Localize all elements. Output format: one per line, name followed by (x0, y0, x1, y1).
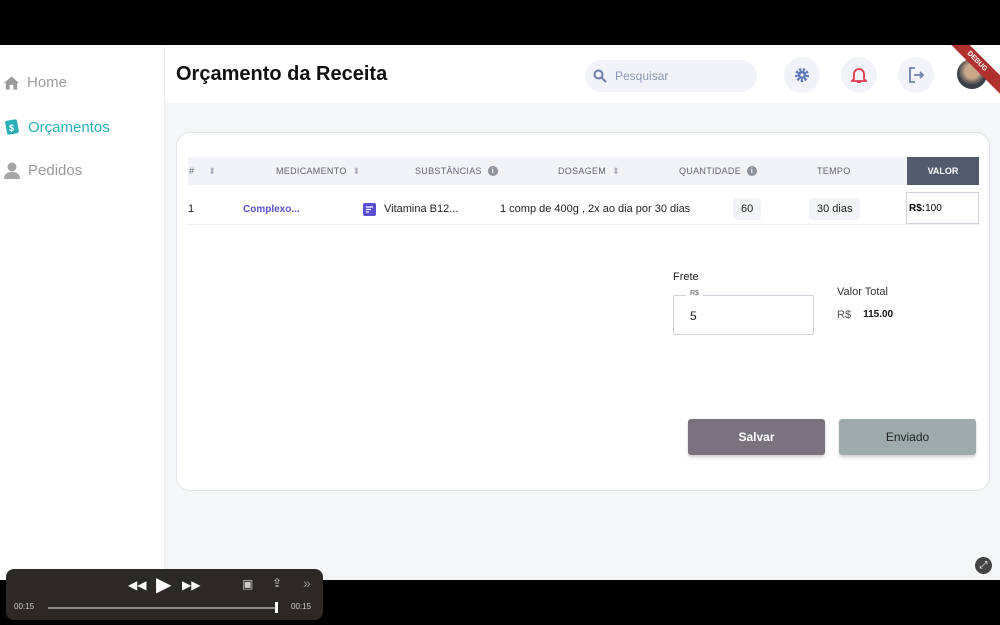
gear-icon (795, 68, 809, 82)
sidebar-item-orcamentos[interactable]: $ Orçamentos (4, 118, 110, 136)
frete-currency: R$ (686, 290, 703, 297)
budget-card: # ⬍ MEDICAMENTO ⬍ SUBSTÂNCIAS i DOSAGEM ⬍ QU… (176, 132, 990, 491)
pip-icon[interactable]: ▣ (242, 577, 253, 591)
table-header: # ⬍ MEDICAMENTO ⬍ SUBSTÂNCIAS i DOSAGEM ⬍ QU… (188, 157, 908, 185)
more-icon[interactable]: » (303, 575, 311, 591)
tempo-chip: 30 dias (809, 198, 861, 220)
column-quantidade: QUANTIDADE i (679, 157, 758, 185)
app: Home $ Orçamentos Pedidos Orçamento da R… (0, 45, 1000, 580)
column-label: SUBSTÂNCIAS (415, 166, 482, 176)
page-title: Orçamento da Receita (176, 63, 388, 85)
column-label: # (189, 166, 195, 176)
valor-value: 100 (925, 202, 942, 214)
current-time: 00:15 (14, 602, 35, 611)
substancias-text: Vitamina B12... (384, 203, 459, 215)
dosagem-text: 1 comp de 400g , 2x ao dia por 30 dias (500, 203, 691, 215)
frete-input[interactable]: R$ 5 (673, 290, 814, 335)
info-icon[interactable]: i (487, 166, 498, 176)
medicamento-link[interactable]: Complexo... (243, 193, 300, 225)
substancias-cell: Vitamina B12... (363, 193, 458, 225)
svg-text:$: $ (9, 123, 14, 133)
video-player: ◀◀ ▶ ▶▶ ▣ ⇪ » 00:15 00:15 (6, 569, 323, 620)
sidebar-item-label: Home (27, 74, 68, 91)
total-amount: 115.00 (863, 309, 894, 320)
column-num[interactable]: # ⬍ (189, 157, 216, 185)
salvar-button[interactable]: Salvar (688, 419, 825, 455)
notifications-button[interactable] (841, 57, 877, 93)
sort-icon[interactable]: ⬍ (208, 166, 216, 177)
sidebar-item-label: Orçamentos (28, 118, 110, 136)
share-icon[interactable]: ⇪ (272, 576, 282, 590)
scrubber-handle[interactable] (275, 602, 278, 613)
column-medicamento[interactable]: MEDICAMENTO ⬍ (276, 157, 360, 185)
total-currency: R$ (837, 309, 852, 321)
logout-icon (908, 67, 924, 83)
sidebar-item-pedidos[interactable]: Pedidos (4, 162, 82, 179)
rewind-icon[interactable]: ◀◀ (128, 578, 146, 592)
enviado-button[interactable]: Enviado (839, 419, 976, 455)
search-input[interactable]: Pesquisar (585, 60, 757, 92)
progress-scrubber[interactable] (48, 607, 278, 609)
logout-button[interactable] (898, 57, 934, 93)
home-icon (4, 75, 19, 90)
info-icon[interactable]: i (747, 166, 758, 176)
budget-icon: $ (5, 119, 19, 135)
sort-icon[interactable]: ⬍ (612, 166, 620, 177)
column-label: MEDICAMENTO (276, 166, 347, 176)
sidebar-item-label: Pedidos (28, 162, 83, 179)
header: Orçamento da Receita Pesquisar DEBUG (165, 45, 1000, 103)
column-dosagem[interactable]: DOSAGEM ⬍ (558, 157, 620, 185)
sidebar-item-home[interactable]: Home (4, 74, 67, 91)
row-num: 1 (188, 203, 195, 215)
total-label: Valor Total (837, 286, 888, 298)
fast-forward-icon[interactable]: ▶▶ (182, 578, 200, 592)
frete-value: 5 (690, 309, 697, 323)
sort-icon[interactable]: ⬍ (353, 166, 361, 177)
total-value: R$ 115.00 (837, 309, 893, 321)
duration: 00:15 (291, 602, 312, 611)
bell-icon (851, 67, 867, 83)
valor-prefix: R$: (909, 202, 926, 214)
column-label: DOSAGEM (558, 166, 607, 176)
valor-input[interactable]: R$: 100 (906, 192, 979, 224)
note-icon[interactable] (363, 202, 376, 216)
frete-label: Frete (673, 271, 699, 283)
search-placeholder: Pesquisar (615, 69, 669, 83)
quantidade-cell: 60 (733, 193, 762, 225)
search-icon (593, 69, 607, 83)
column-label: QUANTIDADE (679, 166, 742, 176)
table-row: 1 Complexo... Vitamina B12... 1 comp de … (188, 192, 979, 225)
column-valor: VALOR (907, 157, 979, 185)
column-substancias: SUBSTÂNCIAS i (415, 157, 498, 185)
person-icon (4, 162, 20, 179)
column-label: TEMPO (817, 166, 851, 176)
column-tempo: TEMPO (817, 157, 851, 185)
play-icon[interactable]: ▶ (156, 572, 171, 597)
tempo-cell: 30 dias (809, 193, 861, 225)
expand-icon[interactable]: ⤢ (975, 557, 992, 574)
sidebar: Home $ Orçamentos Pedidos (0, 45, 165, 580)
settings-button[interactable] (784, 57, 820, 93)
quantidade-chip: 60 (733, 198, 762, 220)
